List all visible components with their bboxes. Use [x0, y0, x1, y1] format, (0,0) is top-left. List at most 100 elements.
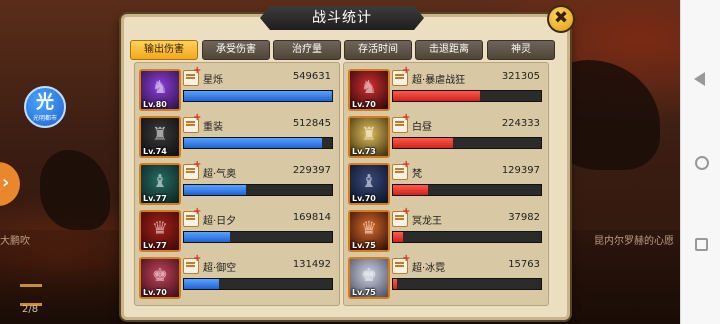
system-navigation-bar [680, 0, 720, 324]
hero-level: Lv.74 [143, 147, 167, 156]
damage-bar-fill [393, 138, 453, 148]
tab-survival-time[interactable]: 存活时间 [344, 40, 412, 60]
damage-value: 512845 [292, 118, 331, 129]
enemy-name: 超·冰霓 [412, 263, 446, 274]
background-right-caption: 昆内尔罗赫的心愿 [594, 236, 674, 247]
tab-healing[interactable]: 治疗量 [273, 40, 341, 60]
damage-value: 37982 [508, 212, 540, 223]
home-icon[interactable] [695, 156, 709, 170]
float-icon-caption: 光明都市 [32, 115, 57, 122]
damage-bar-fill [393, 279, 397, 289]
hero-name: 超·气奥 [203, 169, 237, 180]
close-button[interactable]: ✖ [547, 5, 575, 33]
tab-damage-taken[interactable]: 承受伤害 [202, 40, 270, 60]
avatar: ♞ Lv.80 [139, 69, 181, 111]
list-item[interactable]: ♜ Lv.74 重装 512845 [139, 112, 335, 158]
damage-value: 549631 [292, 71, 331, 82]
avatar: ♜ Lv.73 [348, 116, 390, 158]
tab-knockback-distance[interactable]: 击退距离 [415, 40, 483, 60]
stat-tabs: 输出伤害 承受伤害 治疗量 存活时间 击退距离 神灵 [130, 40, 560, 60]
float-icon-glyph: 光 [36, 92, 54, 113]
damage-role-icon [183, 253, 201, 274]
background-left-caption: 大鹏吹 [0, 236, 30, 247]
list-item[interactable]: ♚ Lv.75 超·冰霓 15763 [348, 253, 544, 299]
enemy-name: 梵 [412, 169, 422, 180]
list-item[interactable]: ♝ Lv.77 超·气奥 229397 [139, 159, 335, 205]
list-item[interactable]: ♞ Lv.70 超·暴虐战狂 321305 [348, 65, 544, 111]
background-silhouette [40, 150, 110, 230]
list-item[interactable]: ♜ Lv.73 白昼 224333 [348, 112, 544, 158]
avatar: ♛ Lv.75 [348, 210, 390, 252]
damage-bar [183, 278, 333, 290]
damage-bar-fill [393, 185, 428, 195]
avatar: ♚ Lv.75 [348, 257, 390, 299]
damage-bar [183, 184, 333, 196]
back-icon[interactable] [694, 72, 705, 86]
recent-apps-icon[interactable] [695, 238, 708, 251]
hero-portrait-icon: ♝ [151, 171, 169, 192]
panel-title: 战斗统计 [260, 6, 424, 30]
tab-deity[interactable]: 神灵 [487, 40, 555, 60]
damage-bar-fill [184, 232, 230, 242]
damage-bar [183, 231, 333, 243]
avatar: ♝ Lv.77 [139, 163, 181, 205]
left-team-list: ♞ Lv.80 星烁 549631 ♜ Lv.74 重装 512845 ♝ Lv… [134, 62, 340, 306]
damage-value: 321305 [501, 71, 540, 82]
stack-icon [20, 284, 42, 306]
hero-level: Lv.80 [143, 100, 167, 109]
damage-role-icon [183, 65, 201, 86]
damage-bar [392, 278, 542, 290]
damage-bar [392, 184, 542, 196]
list-item[interactable]: ♛ Lv.75 冥龙王 37982 [348, 206, 544, 252]
damage-bar-fill [184, 138, 322, 148]
hero-portrait-icon: ♞ [151, 77, 169, 98]
avatar: ♞ Lv.70 [348, 69, 390, 111]
damage-role-icon [392, 253, 410, 274]
damage-bar [392, 137, 542, 149]
list-item[interactable]: ♛ Lv.77 超·日夕 169814 [139, 206, 335, 252]
hero-name: 超·御空 [203, 263, 237, 274]
hero-portrait-icon: ♚ [151, 265, 169, 286]
hero-level: Lv.77 [143, 194, 167, 203]
enemy-name: 冥龙王 [412, 216, 442, 227]
avatar: ♜ Lv.74 [139, 116, 181, 158]
damage-bar-fill [393, 91, 480, 101]
list-item[interactable]: ♞ Lv.80 星烁 549631 [139, 65, 335, 111]
enemy-level: Lv.73 [352, 147, 376, 156]
battle-stats-panel: 战斗统计 ✖ 输出伤害 承受伤害 治疗量 存活时间 击退距离 神灵 ♞ Lv.8… [121, 5, 575, 320]
enemy-portrait-icon: ♞ [360, 77, 378, 98]
damage-value: 129397 [501, 165, 540, 176]
damage-value: 224333 [501, 118, 540, 129]
damage-role-icon [392, 112, 410, 133]
avatar: ♚ Lv.70 [139, 257, 181, 299]
list-item[interactable]: ♝ Lv.70 梵 129397 [348, 159, 544, 205]
hero-name: 星烁 [203, 75, 223, 86]
damage-value: 169814 [292, 212, 331, 223]
list-item[interactable]: ♚ Lv.70 超·御空 131492 [139, 253, 335, 299]
chevron-right-icon: › [2, 172, 10, 193]
hero-name: 超·日夕 [203, 216, 237, 227]
tab-damage-dealt[interactable]: 输出伤害 [130, 40, 198, 60]
hero-level: Lv.77 [143, 241, 167, 250]
enemy-portrait-icon: ♜ [360, 124, 378, 145]
damage-role-icon [183, 206, 201, 227]
damage-bar-fill [184, 279, 219, 289]
wave-counter: 2/8 [22, 304, 39, 315]
damage-bar [392, 90, 542, 102]
avatar: ♝ Lv.70 [348, 163, 390, 205]
damage-role-icon [392, 159, 410, 180]
damage-value: 15763 [508, 259, 540, 270]
hero-portrait-icon: ♜ [151, 124, 169, 145]
damage-bar-fill [184, 91, 332, 101]
damage-role-icon [392, 206, 410, 227]
damage-value: 229397 [292, 165, 331, 176]
damage-bar-fill [184, 185, 246, 195]
guild-float-icon[interactable]: 光 光明都市 [24, 86, 66, 128]
hero-portrait-icon: ♛ [151, 218, 169, 239]
enemy-level: Lv.70 [352, 194, 376, 203]
right-team-list: ♞ Lv.70 超·暴虐战狂 321305 ♜ Lv.73 白昼 224333 … [343, 62, 549, 306]
damage-value: 131492 [292, 259, 331, 270]
hero-name: 重装 [203, 122, 223, 133]
damage-bar [183, 90, 333, 102]
damage-bar [392, 231, 542, 243]
